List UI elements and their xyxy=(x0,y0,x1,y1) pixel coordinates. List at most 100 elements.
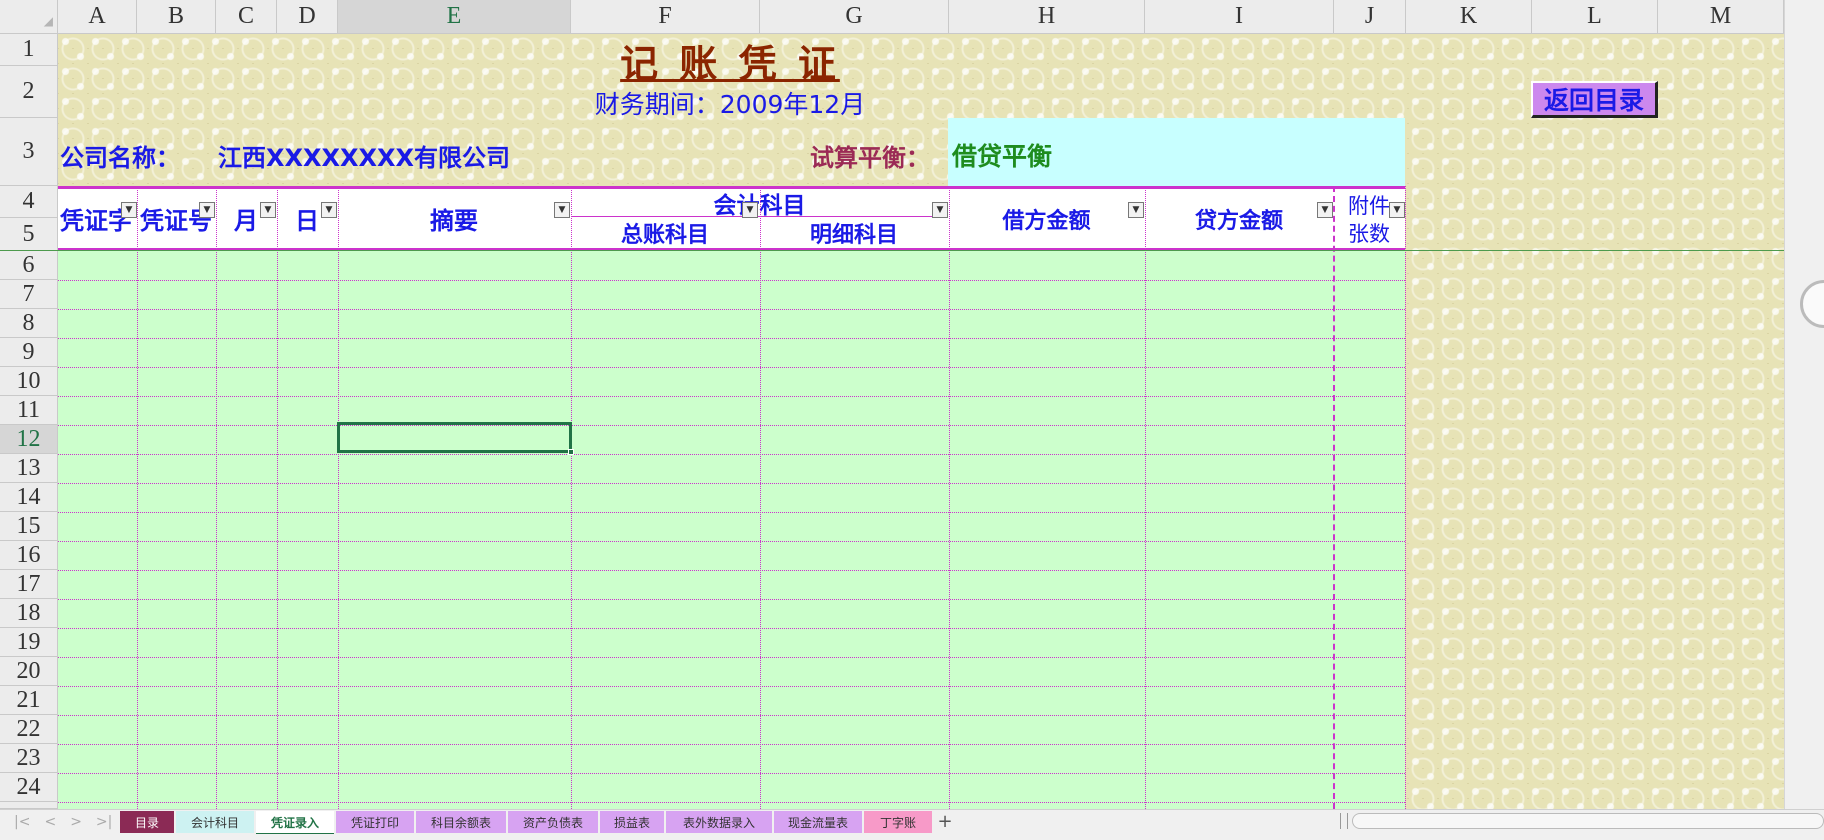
row-header-22[interactable]: 22 xyxy=(0,715,58,744)
sheet-tab-6[interactable]: 损益表 xyxy=(600,811,664,833)
select-all-corner[interactable]: ◢ xyxy=(0,0,58,34)
row-header-8[interactable]: 8 xyxy=(0,309,58,338)
trial-balance-label: 试算平衡： xyxy=(810,143,930,172)
row-header-10[interactable]: 10 xyxy=(0,367,58,396)
filter-dropdown-attachments[interactable]: ▼ xyxy=(1389,202,1405,218)
sheet-tab-4[interactable]: 科目余额表 xyxy=(416,811,506,833)
column-header-C[interactable]: C xyxy=(216,0,277,34)
status-bar xyxy=(0,834,1824,840)
column-header-H[interactable]: H xyxy=(949,0,1145,34)
selected-cell-E12[interactable] xyxy=(337,422,572,453)
filter-dropdown-summary[interactable]: ▼ xyxy=(554,202,570,218)
col-header-detail-account: 明细科目 xyxy=(809,223,898,248)
column-header-D[interactable]: D xyxy=(277,0,338,34)
column-header-M[interactable]: M xyxy=(1658,0,1784,34)
grid-horizontal-line xyxy=(58,686,1405,687)
column-header-L[interactable]: L xyxy=(1532,0,1658,34)
col-header-summary: 摘要 xyxy=(430,207,478,235)
row-header-20[interactable]: 20 xyxy=(0,657,58,686)
row-header-15[interactable]: 15 xyxy=(0,512,58,541)
grid-horizontal-line xyxy=(58,454,1405,455)
scroll-next-icon[interactable]: > xyxy=(70,814,82,830)
grid-horizontal-line xyxy=(58,570,1405,571)
row-header-14[interactable]: 14 xyxy=(0,483,58,512)
data-entry-area[interactable] xyxy=(58,251,1405,809)
column-header-I[interactable]: I xyxy=(1145,0,1334,34)
col-header-attachments-2: 张数 xyxy=(1348,222,1390,246)
sheet-tab-3[interactable]: 凭证打印 xyxy=(336,811,414,833)
add-sheet-button[interactable]: + xyxy=(934,810,956,832)
filter-dropdown-day[interactable]: ▼ xyxy=(321,202,337,218)
filter-dropdown-voucher-type[interactable]: ▼ xyxy=(121,202,137,218)
grid-horizontal-line xyxy=(58,657,1405,658)
row-header-13[interactable]: 13 xyxy=(0,454,58,483)
grid-horizontal-line xyxy=(58,280,1405,281)
column-header-K[interactable]: K xyxy=(1406,0,1532,34)
column-header-E[interactable]: E xyxy=(338,0,571,34)
filter-dropdown-month[interactable]: ▼ xyxy=(260,202,276,218)
column-header-A[interactable]: A xyxy=(58,0,137,34)
filter-dropdown-credit[interactable]: ▼ xyxy=(1317,202,1333,218)
voucher-title: 记 账 凭 证 xyxy=(620,40,840,86)
trial-balance-status: 借贷平衡 xyxy=(952,142,1053,171)
vertical-scrollbar[interactable] xyxy=(1784,0,1824,809)
row-header-6[interactable]: 6 xyxy=(0,251,58,280)
column-header-B[interactable]: B xyxy=(137,0,216,34)
grid-horizontal-line xyxy=(58,541,1405,542)
sheet-tab-1[interactable]: 会计科目 xyxy=(176,811,254,833)
grid-horizontal-line xyxy=(58,367,1405,368)
grid-horizontal-line xyxy=(58,396,1405,397)
row-header-7[interactable]: 7 xyxy=(0,280,58,309)
row-header-21[interactable]: 21 xyxy=(0,686,58,715)
filter-dropdown-general-account[interactable]: ▼ xyxy=(742,202,758,218)
freeze-pane-line xyxy=(0,250,1824,251)
grid-horizontal-line xyxy=(58,628,1405,629)
row-header-5[interactable]: 5 xyxy=(0,218,58,251)
tab-splitter[interactable] xyxy=(1340,813,1348,829)
horizontal-scrollbar[interactable] xyxy=(1352,813,1824,829)
sheet-tab-2[interactable]: 凭证录入 xyxy=(256,811,334,836)
grid-horizontal-line xyxy=(58,512,1405,513)
grid-horizontal-line xyxy=(58,483,1405,484)
grid-right-edge xyxy=(1405,186,1406,809)
row-header-1[interactable]: 1 xyxy=(0,34,58,66)
col-header-credit: 贷方金额 xyxy=(1194,208,1283,234)
row-header-3[interactable]: 3 xyxy=(0,118,58,186)
column-header-G[interactable]: G xyxy=(760,0,949,34)
grid-horizontal-line xyxy=(58,425,1405,426)
sheet-tab-9[interactable]: 丁字账 xyxy=(864,811,932,833)
sheet-tab-8[interactable]: 现金流量表 xyxy=(774,811,862,833)
grid-horizontal-line xyxy=(58,309,1405,310)
scroll-prev-icon[interactable]: < xyxy=(44,814,56,830)
financial-period: 财务期间：2009年12月 xyxy=(594,90,866,119)
sheet-tab-0[interactable]: 目录 xyxy=(120,811,174,833)
grid-horizontal-line xyxy=(58,715,1405,716)
row-header-12[interactable]: 12 xyxy=(0,425,58,454)
row-header-11[interactable]: 11 xyxy=(0,396,58,425)
row-header-19[interactable]: 19 xyxy=(0,628,58,657)
row-header-17[interactable]: 17 xyxy=(0,570,58,599)
row-header-4[interactable]: 4 xyxy=(0,186,58,218)
row-header-2[interactable]: 2 xyxy=(0,66,58,118)
sheet-tab-7[interactable]: 表外数据录入 xyxy=(666,811,772,833)
row-header-partial xyxy=(0,802,58,809)
row-header-24[interactable]: 24 xyxy=(0,773,58,802)
grid-horizontal-line xyxy=(58,338,1405,339)
column-header-F[interactable]: F xyxy=(571,0,760,34)
row-header-18[interactable]: 18 xyxy=(0,599,58,628)
filter-dropdown-detail-account[interactable]: ▼ xyxy=(932,202,948,218)
sheet-tab-5[interactable]: 资产负债表 xyxy=(508,811,598,833)
row-header-16[interactable]: 16 xyxy=(0,541,58,570)
scroll-last-icon[interactable]: >| xyxy=(96,814,112,830)
company-name: 江西XXXXXXXX有限公司 xyxy=(218,143,511,172)
column-header-J[interactable]: J xyxy=(1334,0,1406,34)
filter-dropdown-debit[interactable]: ▼ xyxy=(1128,202,1144,218)
tab-scroll-arrows[interactable]: |< < > >| xyxy=(14,812,114,832)
back-to-index-button[interactable]: 返回目录 xyxy=(1531,81,1658,118)
row-header-9[interactable]: 9 xyxy=(0,338,58,367)
scroll-first-icon[interactable]: |< xyxy=(14,814,30,830)
filter-dropdown-voucher-no[interactable]: ▼ xyxy=(199,202,215,218)
grid-horizontal-line xyxy=(58,744,1405,745)
fill-handle[interactable] xyxy=(568,449,574,455)
row-header-23[interactable]: 23 xyxy=(0,744,58,773)
